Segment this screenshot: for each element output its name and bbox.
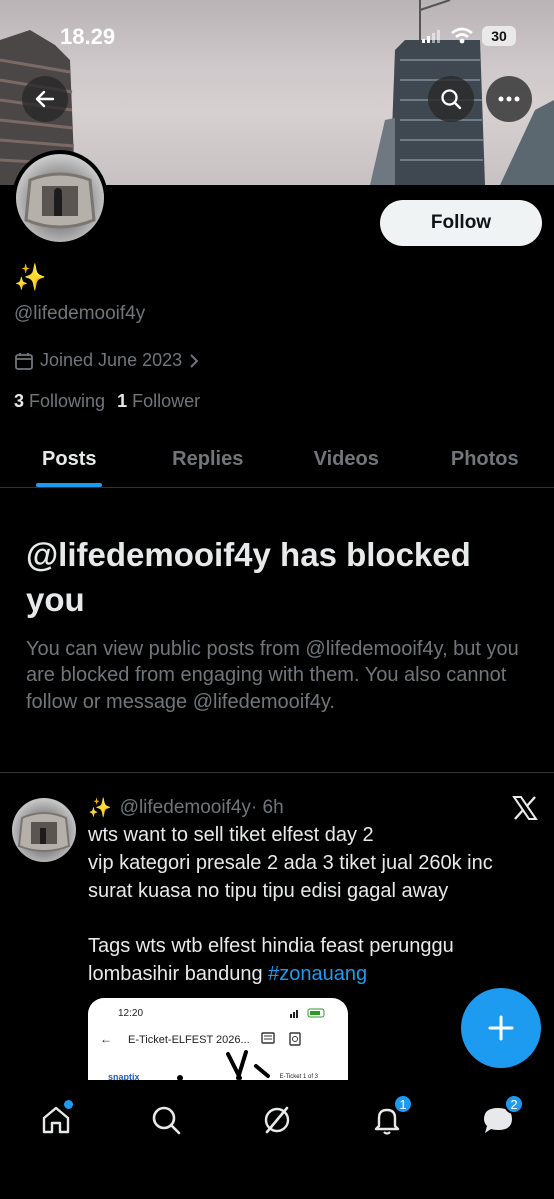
compose-button[interactable] [461, 988, 541, 1068]
signal-icon [422, 30, 440, 43]
nav-grok[interactable] [255, 1098, 299, 1142]
post-avatar[interactable] [12, 798, 76, 862]
blocked-description: You can view public posts from @lifedemo… [26, 638, 519, 713]
chevron-right-icon [190, 353, 199, 368]
post-author-handle[interactable]: @lifedemooif4y [120, 797, 251, 819]
nav-home[interactable] [34, 1098, 78, 1142]
post-author-name[interactable]: ✨ [88, 796, 112, 820]
avatar-mirror-image [24, 172, 96, 229]
following-label: Following [29, 391, 106, 411]
nav-messages[interactable]: 2 [476, 1094, 524, 1142]
profile-handle: @lifedemooif4y [14, 303, 146, 324]
back-button[interactable] [22, 76, 68, 122]
notifications-badge: 1 [393, 1094, 413, 1114]
search-icon [441, 89, 462, 110]
divider [0, 772, 554, 773]
wifi-icon [451, 27, 473, 44]
post-hashtag[interactable]: #zonauang [268, 963, 367, 985]
post-time: · 6h [250, 797, 284, 818]
post-body: wts want to sell tiket elfest day 2 vip … [88, 824, 493, 985]
media-title: E-Ticket-ELFEST 2026... [128, 1034, 250, 1046]
back-arrow-icon [35, 90, 55, 108]
avatar-mirror-image [17, 812, 71, 852]
joined-label: Joined June 2023 [40, 350, 183, 370]
post-media-image[interactable]: 12:20 ← E-Ticket-ELFEST 2026... snaptix … [88, 998, 348, 1084]
messages-badge: 2 [504, 1094, 524, 1114]
more-icon [498, 96, 520, 102]
media-time: 12:20 [118, 1008, 144, 1019]
plus-icon [488, 1015, 514, 1041]
profile-avatar[interactable] [12, 150, 108, 246]
battery-indicator: 30 [482, 26, 516, 46]
follow-button[interactable]: Follow [380, 200, 542, 246]
follower-stat[interactable]: 1 Follower [117, 391, 200, 412]
calendar-icon [15, 352, 33, 370]
status-time: 18.29 [60, 24, 116, 49]
joined-date[interactable]: Joined June 2023 [14, 350, 200, 371]
more-options-button[interactable] [486, 76, 532, 122]
follower-count: 1 [117, 391, 128, 411]
follower-label: Follower [132, 391, 201, 411]
status-icons: 30 [422, 26, 516, 46]
tab-replies[interactable]: Replies [139, 432, 278, 487]
tab-videos[interactable]: Videos [277, 432, 416, 487]
tab-posts[interactable]: Posts [0, 432, 139, 487]
post-text: wts want to sell tiket elfest day 2 vip … [88, 822, 540, 989]
post-header: ✨ @lifedemooif4y · 6h [88, 796, 284, 820]
nav-search[interactable] [144, 1098, 188, 1142]
following-stat[interactable]: 3 Following [14, 391, 105, 412]
home-new-dot [64, 1100, 73, 1109]
profile-tabs: Posts Replies Videos Photos [0, 432, 554, 488]
following-count: 3 [14, 391, 25, 411]
blocked-title: @lifedemooif4y has blocked you [26, 536, 471, 618]
media-status-icons [290, 1008, 325, 1018]
media-scribble [177, 1050, 270, 1081]
follow-stats: 3 Following 1 Follower [14, 391, 200, 412]
x-logo-icon [512, 796, 538, 820]
search-button[interactable] [428, 76, 474, 122]
bottom-nav: 1 2 [0, 1080, 554, 1199]
display-name: ✨ [14, 262, 47, 292]
nav-notifications[interactable]: 1 [365, 1094, 413, 1142]
tab-photos[interactable]: Photos [416, 432, 554, 487]
grok-icon [264, 1106, 290, 1134]
search-icon [152, 1106, 181, 1135]
media-back-arrow-icon: ← [100, 1032, 112, 1046]
media-toolbar-icons [261, 1032, 301, 1046]
